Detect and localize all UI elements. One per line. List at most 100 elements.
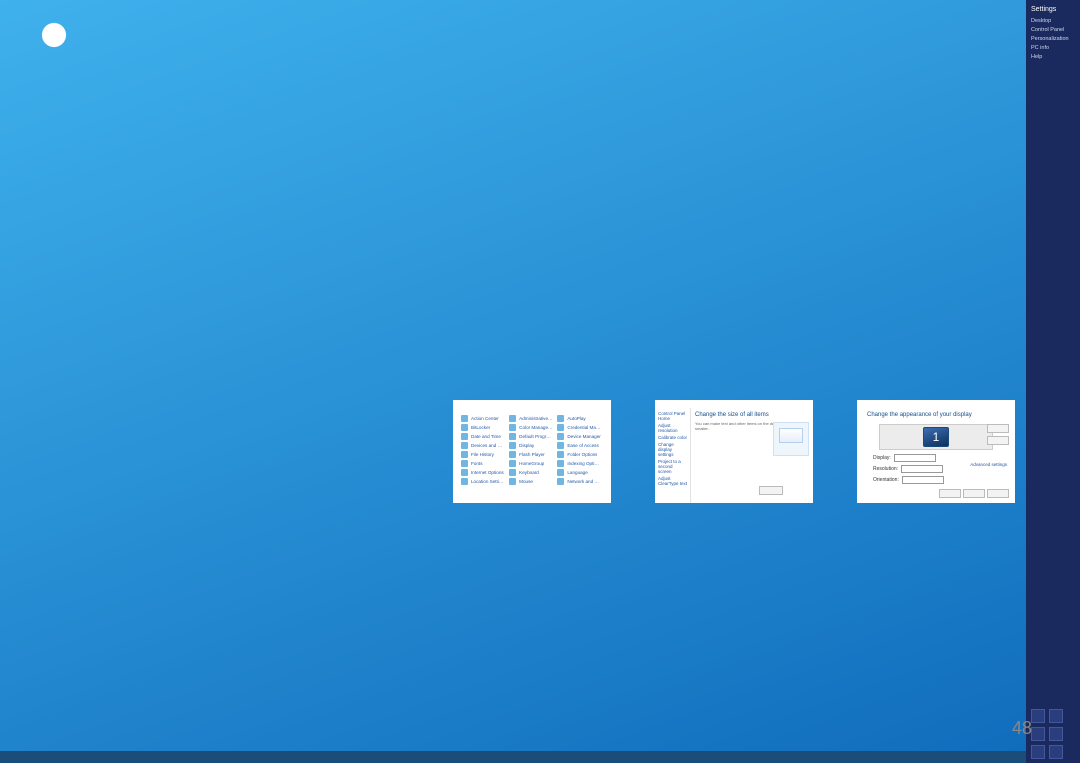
cp-item: Administrative Tools — [507, 414, 555, 423]
cp-item-icon — [509, 442, 516, 449]
cp-item-icon — [557, 415, 564, 422]
cp-item: Device Manager — [555, 432, 603, 441]
cp-item-icon — [557, 460, 564, 467]
cp-item-label: Language — [567, 470, 587, 475]
page-number: 48 — [1012, 718, 1032, 739]
list-item: Control Panel Home — [658, 411, 687, 421]
list-item: Adjust ClearType text — [658, 476, 687, 486]
cp-item: BitLocker — [459, 423, 507, 432]
cp-item: Ease of Access — [555, 441, 603, 450]
cp-item-icon — [461, 478, 468, 485]
cp-item-icon — [509, 469, 516, 476]
cp-item-label: Ease of Access — [567, 443, 598, 448]
monitor-1-icon: 1 — [923, 427, 949, 447]
cp-item-label: Credential Manager — [567, 425, 601, 430]
win8-step5-resolution: Change the appearance of your display 1 … — [856, 391, 1016, 504]
cp-item: Color Management — [507, 423, 555, 432]
window-body: Action Center Administrative Tools AutoPla… — [453, 400, 611, 503]
window-body: Control Panel Home Adjust resolution Calib… — [655, 400, 813, 503]
cp-item: Internet Options — [459, 468, 507, 477]
cp-item-label: Devices and Printers — [471, 443, 505, 448]
cp-item-icon — [557, 451, 564, 458]
resolution-head: Change the appearance of your display — [867, 412, 972, 418]
cp-item: Devices and Printers — [459, 441, 507, 450]
cp-item-icon — [557, 478, 564, 485]
cp-item-label: Fonts — [471, 461, 483, 466]
cp-item: Credential Manager — [555, 423, 603, 432]
cp-item-icon — [461, 469, 468, 476]
identify-button — [987, 436, 1009, 445]
cp-item: Action Center — [459, 414, 507, 423]
select-orientation — [902, 476, 944, 484]
cp-item-icon — [461, 433, 468, 440]
row-orientation: Orientation: — [873, 476, 944, 484]
cp-item-icon — [509, 433, 516, 440]
preview-monitor-icon — [773, 422, 809, 456]
cp-item: Folder Options — [555, 450, 603, 459]
cp-item: Mouse — [507, 477, 555, 486]
cp-item-icon — [557, 469, 564, 476]
cp-item: Network and Sharing — [555, 477, 603, 486]
cp-item-label: Network and Sharing — [567, 479, 601, 484]
cp-item: File History — [459, 450, 507, 459]
cp-item: Keyboard — [507, 468, 555, 477]
list-item: Project to a second screen — [658, 459, 687, 474]
row-display: Display: — [873, 454, 936, 462]
window-body: Change the appearance of your display 1 … — [857, 400, 1015, 503]
cp-item-label: Mouse — [519, 479, 533, 484]
cp-item-icon — [461, 442, 468, 449]
cp-item-label: Keyboard — [519, 470, 539, 475]
cp-item-icon — [509, 478, 516, 485]
page-content: Endre oppløsningen på Windows 7 Gå til K… — [48, 65, 1032, 504]
cp-item-icon — [557, 442, 564, 449]
apply-button — [759, 486, 783, 495]
select-resolution — [901, 465, 943, 473]
cp-item-label: Date and Time — [471, 434, 501, 439]
cp-item: Language — [555, 468, 603, 477]
cp-item-label: File History — [471, 452, 494, 457]
cancel-button — [963, 489, 985, 498]
cp-item: Location Settings — [459, 477, 507, 486]
list-item: Calibrate color — [658, 435, 687, 440]
cp-item-label: Device Manager — [567, 434, 600, 439]
cp-item-label: Action Center — [471, 416, 499, 421]
desktop-bg — [250, 391, 410, 504]
cp-item: HomeGroup — [507, 459, 555, 468]
cp-item-icon — [461, 451, 468, 458]
cp-item-label: BitLocker — [471, 425, 490, 430]
cp-item-label: Default Programs — [519, 434, 553, 439]
cp-item-label: HomeGroup — [519, 461, 544, 466]
win8-steps-row: • • • • • Settings DesktopControl PanelP… — [48, 391, 1032, 504]
cp-item-icon — [557, 424, 564, 431]
cp-item: Fonts — [459, 459, 507, 468]
cp-item-icon — [461, 415, 468, 422]
monitor-preview: 1 — [879, 424, 993, 450]
win8-step2-settings: Settings DesktopControl PanelPersonaliza… — [250, 391, 410, 504]
ok-button — [939, 489, 961, 498]
row-resolution: Resolution: — [873, 465, 943, 473]
cp-item-label: AutoPlay — [567, 416, 585, 421]
cp-item: Indexing Options — [555, 459, 603, 468]
select-display — [894, 454, 936, 462]
win8-step3-controlpanel: Action Center Administrative Tools AutoPla… — [452, 391, 612, 504]
cp-item-label: Display — [519, 443, 534, 448]
cp-item-label: Location Settings — [471, 479, 505, 484]
cp-item-icon — [509, 415, 516, 422]
cp-item-label: Flash Player — [519, 452, 545, 457]
cp-item-label: Administrative Tools — [519, 416, 553, 421]
cp-item-icon — [509, 460, 516, 467]
display-head: Change the size of all items — [695, 412, 808, 418]
apply-button — [987, 489, 1009, 498]
list-item: Change display settings — [658, 442, 687, 457]
cp-item-label: Color Management — [519, 425, 553, 430]
cp-item-label: Internet Options — [471, 470, 504, 475]
cp-item-label: Indexing Options — [567, 461, 601, 466]
cp-item: Date and Time — [459, 432, 507, 441]
list-item: Adjust resolution — [658, 423, 687, 433]
cp-item-icon — [509, 424, 516, 431]
detect-button — [987, 424, 1009, 433]
advanced-link: Advanced settings — [970, 462, 1007, 467]
cp-item-label: Folder Options — [567, 452, 597, 457]
cp-item-icon — [509, 451, 516, 458]
cp-item-icon — [461, 460, 468, 467]
